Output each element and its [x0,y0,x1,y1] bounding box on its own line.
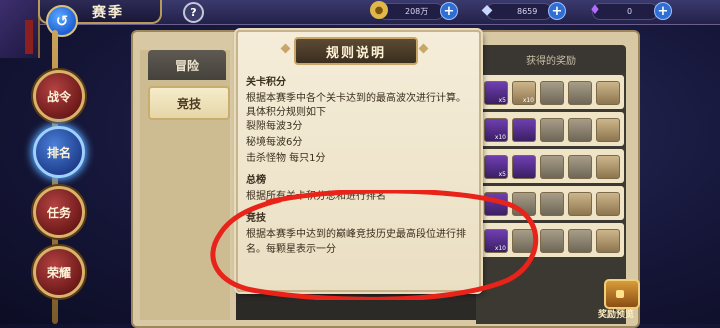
diamond-display: 8659 [486,3,552,20]
reward-row: x5 x10 [478,75,624,109]
add-diamond-button[interactable]: + [548,2,566,20]
reward-row: x5 [478,149,624,183]
reward-item-icon[interactable] [568,155,592,179]
nav-battle-pass-button[interactable]: 战令 [33,70,85,122]
reward-item-icon[interactable] [596,81,620,105]
rewards-header: 获得的奖励 [476,45,626,73]
add-crystal-button[interactable]: + [654,2,672,20]
rule-line: 秘境每波6分 [246,137,303,148]
crystal-icon: ♦ [589,2,601,18]
nav-label: 战令 [46,89,71,104]
reward-item-icon[interactable] [540,155,564,179]
reward-item-icon[interactable] [568,118,592,142]
reward-item-icon[interactable] [596,118,620,142]
item-count: x5 [498,97,506,104]
dialog-title: 规则说明 [294,37,418,65]
tab-arena[interactable]: 竞技 [148,86,230,120]
rewards-header-label: 获得的奖励 [526,55,576,67]
reward-item-icon[interactable]: x5 [484,155,508,179]
crystal-value: 0 [627,7,633,16]
diamond-icon: ◆ [481,2,493,18]
nav-label: 荣耀 [46,265,71,280]
reward-item-icon[interactable] [596,229,620,253]
nav-label: 排名 [46,145,71,160]
reward-item-icon[interactable] [568,81,592,105]
reward-item-icon[interactable] [512,118,536,142]
reward-item-icon[interactable] [568,229,592,253]
reward-item-icon[interactable]: x5 [484,81,508,105]
reward-item-icon[interactable] [540,81,564,105]
nav-tasks-button[interactable]: 任务 [33,186,85,238]
tab-label: 冒险 [174,58,199,73]
page-title: 赛季 [92,5,124,21]
reward-item-icon[interactable]: x10 [512,81,536,105]
back-button[interactable]: ↺ [46,5,78,37]
reward-preview-label[interactable]: 奖励预览 [598,307,634,320]
reward-item-icon[interactable] [596,155,620,179]
diamond-value: 8659 [517,7,538,16]
tab-adventure[interactable]: 冒险 [148,50,226,80]
help-button[interactable]: ? [183,2,204,23]
item-count: x10 [522,97,534,104]
corner-ribbon-decoration [0,0,40,58]
item-count: x5 [498,171,506,178]
nav-label: 任务 [46,205,71,220]
rule-line: 裂隙每波3分 [246,121,303,132]
section-heading-overall: 总榜 [246,175,266,186]
reward-item-icon[interactable]: x10 [484,118,508,142]
reward-item-icon[interactable] [512,155,536,179]
gold-value: 208万 [405,7,429,16]
reward-item-icon[interactable] [568,192,592,216]
ribbon-decoration [25,20,33,54]
gold-display: 208万 [378,3,444,20]
reward-item-icon[interactable] [540,118,564,142]
reward-row: x10 [478,112,624,146]
section-heading-stage-score: 关卡积分 [246,77,286,88]
gold-coin-icon: ● [370,1,388,19]
nav-ranking-button[interactable]: 排名 [33,126,85,178]
add-gold-button[interactable]: + [440,2,458,20]
rule-line: 根据本赛季中各个关卡达到的最高波次进行计算。 [246,93,466,104]
question-icon: ? [190,6,197,19]
dialog-title-label: 规则说明 [325,45,386,61]
chest-lock-icon [616,290,624,298]
nav-honor-button[interactable]: 荣耀 [33,246,85,298]
rule-line: 击杀怪物 每只1分 [246,153,326,164]
tab-label: 竞技 [176,96,201,111]
reward-item-icon[interactable] [596,192,620,216]
item-count: x10 [494,134,506,141]
highlight-marker-annotation [210,190,539,300]
back-arrow-icon: ↺ [55,12,69,30]
rule-line: 具体积分规则如下 [246,107,326,118]
